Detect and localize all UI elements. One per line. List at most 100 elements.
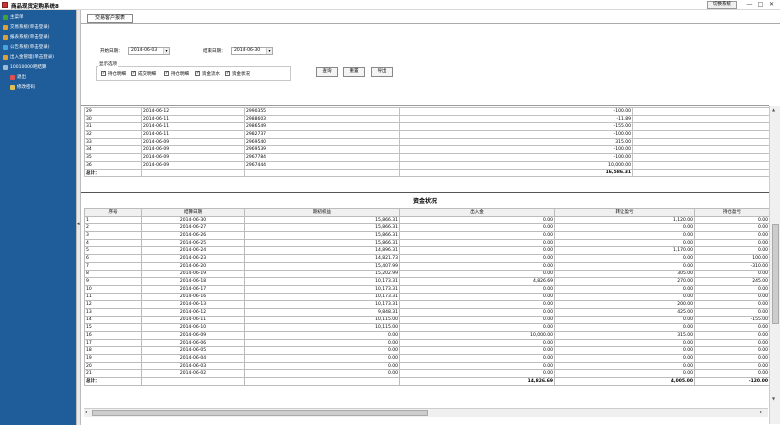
- sidebar-item-notice-system[interactable]: 公告系统(单击登录): [3, 43, 50, 51]
- table-row[interactable]: 5 2014-06-24 14,896.31 0.00 1,170.00 0.00: [84, 246, 770, 256]
- horizontal-scroll-thumb[interactable]: [92, 410, 428, 416]
- start-date-field[interactable]: 2014-06-03 ▾: [128, 47, 170, 55]
- table-row[interactable]: 15 2014-06-10 10,115.00 0.00 0.00 0.00: [84, 323, 770, 332]
- cell-seq: 16: [84, 331, 142, 340]
- table-row[interactable]: 13 2014-06-12 9,848.31 0.00 425.00 0.00: [84, 307, 770, 317]
- cell-deposit: 0.00: [399, 254, 555, 263]
- table-row[interactable]: 31 2014-06-11 2986549 -155.00: [84, 122, 770, 132]
- header-seq[interactable]: 序号: [84, 208, 142, 217]
- table-row[interactable]: 9 2014-06-18 10,173.31 4,826.69 270.00 245.00: [84, 277, 770, 286]
- vertical-scrollbar[interactable]: ▲ ▼: [769, 106, 780, 424]
- cell-opening-equity: 0.00: [244, 331, 400, 340]
- sidebar-item-exit[interactable]: 退出: [10, 73, 26, 81]
- table-row[interactable]: 11 2014-06-16 10,173.31 0.00 0.00 0.00: [84, 292, 770, 302]
- table-row[interactable]: 7 2014-06-20 15,407.99 0.00 0.00 -310.00: [84, 261, 770, 271]
- table-row[interactable]: 20 2014-06-03 0.00 0.00 0.00 0.00: [84, 361, 770, 371]
- table-row[interactable]: 16 2014-06-09 0.00 10,000.00 315.00 0.00: [84, 331, 770, 340]
- checkbox-check-icon[interactable]: ✓: [131, 71, 136, 76]
- cell-seq: 34: [84, 145, 142, 155]
- scroll-up-icon[interactable]: ▲: [772, 107, 775, 112]
- table-row[interactable]: 14 2014-06-11 10,115.00 0.00 0.00 -155.00: [84, 315, 770, 325]
- switch-system-button[interactable]: 切换系统: [707, 1, 737, 9]
- scroll-left-icon[interactable]: ◂: [85, 409, 87, 414]
- reset-button[interactable]: 重置: [343, 67, 365, 77]
- cell-position-pnl: 0.00: [694, 292, 770, 302]
- table-row[interactable]: 35 2014-06-09 2967784 -100.00: [84, 153, 770, 162]
- checkbox-check-icon[interactable]: ✓: [164, 71, 169, 76]
- header-transfer-pnl[interactable]: 转让盈亏: [554, 208, 695, 217]
- header-deposit-withdraw[interactable]: 出入金: [399, 208, 555, 217]
- collapse-arrow-icon[interactable]: ◂: [77, 221, 80, 227]
- header-opening-equity[interactable]: 期初权益: [244, 208, 400, 217]
- table-row[interactable]: 8 2014-06-19 15,202.99 0.00 305.00 0.00: [84, 269, 770, 279]
- table-row[interactable]: 4 2014-06-25 15,866.31 0.00 0.00 0.00: [84, 238, 770, 248]
- cell-position-pnl: 0.00: [694, 331, 770, 340]
- table-row[interactable]: 30 2014-06-11 2988603 -11.89: [84, 114, 770, 124]
- table-row[interactable]: 10 2014-06-17 10,173.31 0.00 0.00 0.00: [84, 284, 770, 294]
- cell-transfer-pnl: 270.00: [554, 277, 695, 286]
- money-icon: [3, 54, 8, 60]
- cell-amount: -155.00: [399, 122, 633, 132]
- cell-transfer-pnl: 0.00: [554, 231, 695, 240]
- table-row[interactable]: 2 2014-06-27 15,866.31 0.00 0.00 0.00: [84, 223, 770, 233]
- sidebar-item-main-menu[interactable]: 主菜单: [3, 13, 24, 21]
- calendar-dropdown-icon[interactable]: ▾: [163, 48, 169, 54]
- table-row[interactable]: 33 2014-06-09 2969540 315.00: [84, 137, 770, 147]
- cell-transfer-pnl: 425.00: [554, 307, 695, 317]
- total-transfer-pnl: 4,005.00: [554, 377, 695, 386]
- table-row[interactable]: 12 2014-06-13 10,173.31 0.00 200.00 0.00: [84, 300, 770, 309]
- cell-position-pnl: -155.00: [694, 315, 770, 325]
- table-row[interactable]: 3 2014-06-26 15,866.31 0.00 0.00 0.00: [84, 231, 770, 240]
- scroll-down-icon[interactable]: ▼: [772, 396, 775, 401]
- checkbox-fund-status[interactable]: ✓ 资金状况: [225, 70, 250, 77]
- table-row[interactable]: 21 2014-06-02 0.00 0.00 0.00 0.00: [84, 369, 770, 379]
- sidebar-item-settlement[interactable]: 10010000吧结算: [3, 63, 46, 71]
- trade-icon: [3, 24, 8, 30]
- settle-icon: [3, 64, 8, 70]
- scroll-right-icon[interactable]: ▸: [760, 409, 762, 414]
- table-row[interactable]: 29 2014-06-12 2990355 -100.00: [84, 107, 770, 116]
- export-button[interactable]: 导出: [371, 67, 393, 77]
- cell-transfer-pnl: 0.00: [554, 346, 695, 356]
- cell-amount: -100.00: [399, 153, 633, 162]
- sidebar-item-report-system[interactable]: 报表系统(单击登录): [3, 33, 50, 41]
- sidebar-item-trade-system[interactable]: 交易系统(单击登录): [3, 23, 50, 31]
- horizontal-scrollbar[interactable]: ◂ ▸: [84, 408, 768, 417]
- query-button[interactable]: 查询: [316, 67, 338, 77]
- table-row[interactable]: 19 2014-06-04 0.00 0.00 0.00 0.00: [84, 354, 770, 363]
- vertical-scroll-thumb[interactable]: [772, 224, 779, 324]
- header-settle-date[interactable]: 结算日期: [141, 208, 245, 217]
- checkbox-position-detail[interactable]: ✓ 持仓明细: [101, 70, 126, 77]
- section-divider: [81, 192, 769, 193]
- sidebar-item-money-management[interactable]: 出入金管理(单击登录): [3, 53, 54, 61]
- minimize-button[interactable]: —: [745, 1, 754, 9]
- maximize-button[interactable]: □: [756, 1, 765, 9]
- total-row: 总计： 14,826.69 4,005.00 -120.00: [84, 377, 770, 386]
- checkbox-holding-detail[interactable]: ✓ 持仓明细: [164, 70, 189, 77]
- table-row[interactable]: 17 2014-06-06 0.00 0.00 0.00 0.00: [84, 338, 770, 348]
- cell-position-pnl: -310.00: [694, 261, 770, 271]
- cell-transfer-pnl: 0.00: [554, 361, 695, 371]
- tab-trade-client-report[interactable]: 交易客户报表: [87, 14, 133, 23]
- checkbox-check-icon[interactable]: ✓: [101, 71, 106, 76]
- end-date-field[interactable]: 2014-06-30 ▾: [231, 47, 273, 55]
- cell-position-pnl: 0.00: [694, 269, 770, 279]
- cell-position-pnl: 0.00: [694, 215, 770, 225]
- close-button[interactable]: ✕: [767, 1, 776, 9]
- header-position-pnl[interactable]: 持仓盈亏: [694, 208, 770, 217]
- table-row[interactable]: 1 2014-06-30 15,866.31 0.00 1,120.00 0.00: [84, 215, 770, 225]
- checkbox-check-icon[interactable]: ✓: [225, 71, 230, 76]
- sidebar-item-change-password[interactable]: 修改密码: [10, 83, 35, 91]
- table-row[interactable]: 34 2014-06-09 2969539 -100.00: [84, 145, 770, 155]
- cell-deposit: 0.00: [399, 354, 555, 363]
- cell-seq: 7: [84, 261, 142, 271]
- table-row[interactable]: 36 2014-06-09 2967444 10,000.00: [84, 160, 770, 170]
- table-row[interactable]: 32 2014-06-11 2982737 -100.00: [84, 130, 770, 139]
- cell-settle-date: 2014-06-25: [141, 238, 245, 248]
- checkbox-check-icon[interactable]: ✓: [195, 71, 200, 76]
- calendar-dropdown-icon[interactable]: ▾: [266, 48, 272, 54]
- table-row[interactable]: 6 2014-06-23 14,821.73 0.00 0.00 100.00: [84, 254, 770, 263]
- table-row[interactable]: 18 2014-06-05 0.00 0.00 0.00 0.00: [84, 346, 770, 356]
- checkbox-fund-flow[interactable]: ✓ 资金流水: [195, 70, 220, 77]
- checkbox-trade-detail[interactable]: ✓ 成交明细: [131, 70, 156, 77]
